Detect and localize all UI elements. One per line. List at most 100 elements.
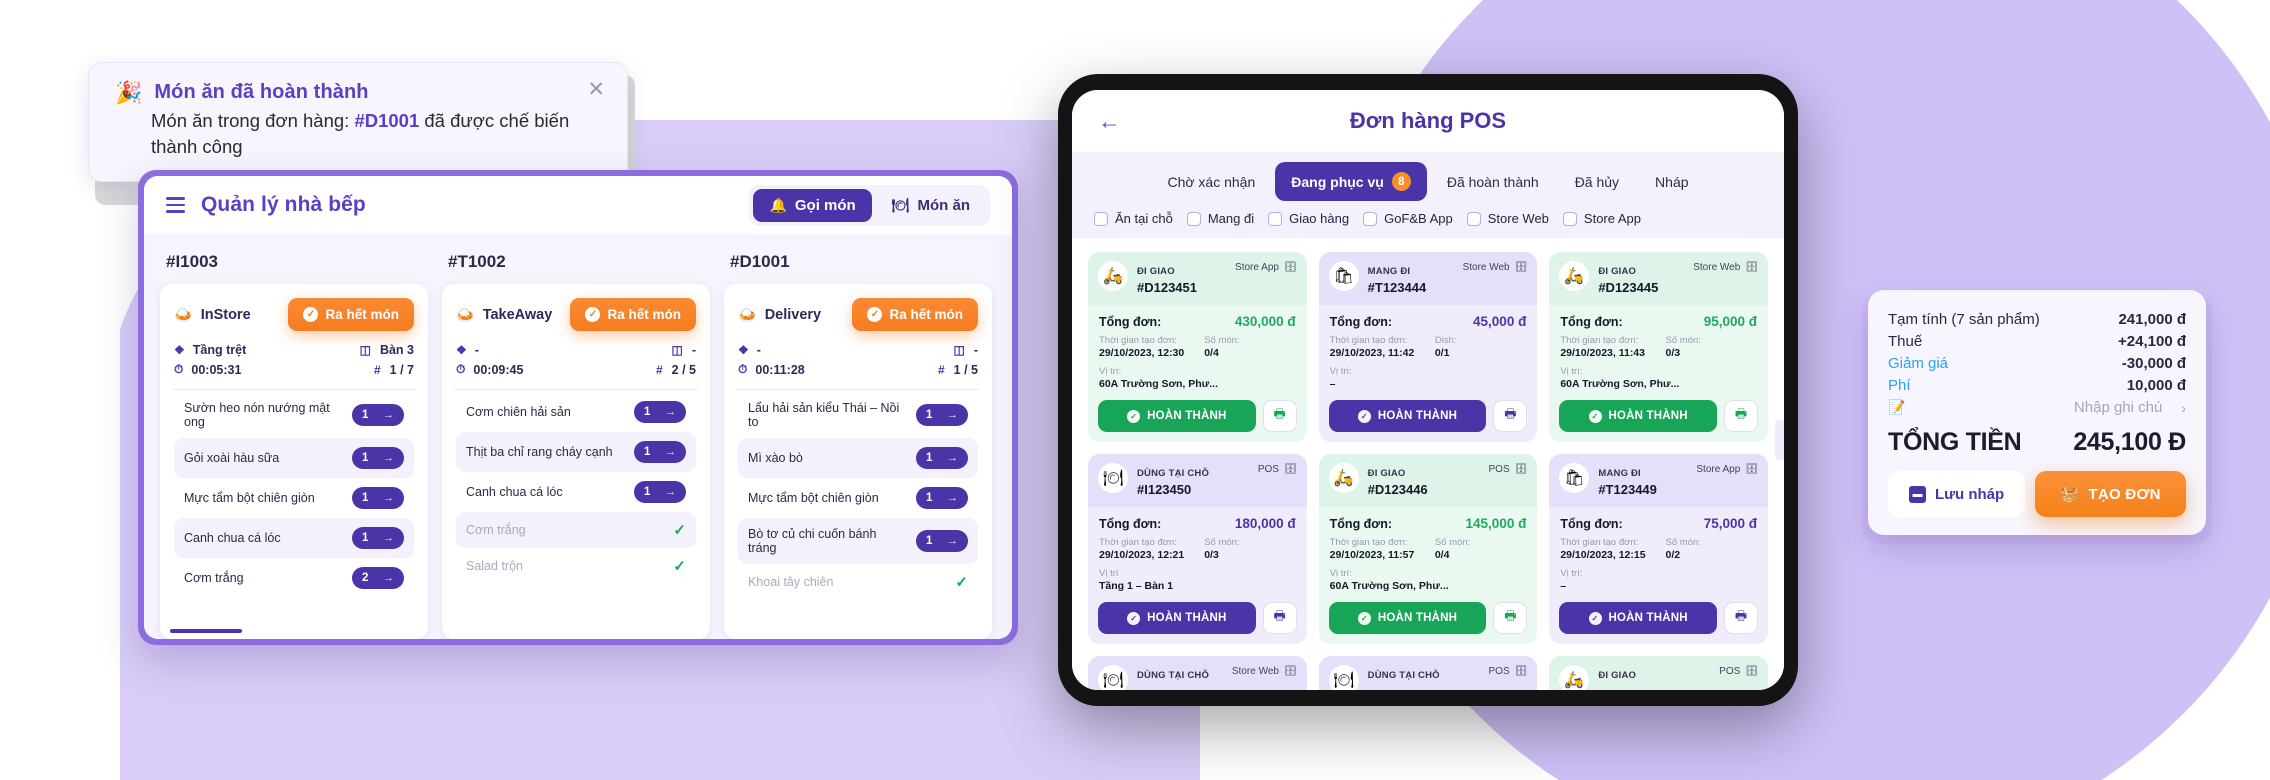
list-item[interactable]: Bò tơ củ chi cuốn bánh tráng 1 → — [738, 518, 978, 564]
dishes-button[interactable]: 🍽 Món ăn — [876, 189, 986, 222]
checkout-line[interactable]: Giảm giá -30,000 đ — [1888, 352, 2186, 374]
order-card[interactable]: 🛵 ĐI GIAO #D123445 Store Web 🗄 Tổng đơn: 95,00… — [1549, 252, 1768, 442]
created-at-value: 29/10/2023, 12:30 — [1099, 347, 1185, 359]
tab-1[interactable]: Đang phục vụ 8 — [1275, 162, 1427, 201]
quantity-value: 1 — [926, 409, 933, 421]
kitchen-item-list: Sườn heo nón nướng mật ong 1 → Gỏi xoài hàu… — [174, 390, 414, 598]
list-item[interactable]: Cơm chiên hải sản 1 → — [456, 392, 696, 432]
tab-4[interactable]: Nháp — [1639, 164, 1704, 200]
order-total-row: Tổng đơn: 145,000 đ — [1330, 516, 1527, 531]
close-icon[interactable]: ✕ — [587, 79, 605, 100]
filter-checkbox-1[interactable]: Mang đi — [1186, 211, 1254, 226]
list-item[interactable]: Cơm trắng ✓ — [456, 512, 696, 548]
serve-all-button[interactable]: ✓ Ra hết món — [570, 298, 696, 331]
quantity-badge[interactable]: 1 → — [634, 441, 686, 463]
quantity-badge[interactable]: 1 → — [916, 447, 968, 469]
list-item[interactable]: Thịt ba chỉ rang cháy cạnh 1 → — [456, 432, 696, 472]
tab-0[interactable]: Chờ xác nhận — [1151, 164, 1271, 200]
filter-checkbox-0[interactable]: Ăn tại chỗ — [1094, 211, 1173, 226]
dish-name: Khoai tây chiên — [748, 575, 834, 589]
quantity-badge[interactable]: 1 → — [916, 487, 968, 509]
order-note-field[interactable]: 📝 Nhập ghi chú › — [1888, 396, 2186, 416]
order-card-body: Tổng đơn: 180,000 đ Thời gian tạo đơn: Số m… — [1088, 507, 1307, 602]
created-at-label: Thời gian tạo đơn: — [1099, 335, 1177, 346]
checkout-line[interactable]: Phí 10,000 đ — [1888, 374, 2186, 396]
printer-icon[interactable]: 🖶 — [1724, 400, 1758, 432]
checkbox-box[interactable] — [1186, 211, 1201, 226]
order-card[interactable]: 🛵 ĐI GIAO #D123446 POS 🗄 Tổng đơn: 145,000 đ Th… — [1318, 454, 1538, 644]
checkbox-box[interactable] — [1363, 211, 1378, 226]
serve-all-button[interactable]: ✓ Ra hết món — [288, 298, 414, 331]
order-card[interactable]: 🛵 ĐI GIAO #D123451 Store App 🗄 Tổng đơn: 430,0… — [1088, 252, 1307, 442]
order-card-partial[interactable]: 🍽 DÙNG TẠI CHỖ POS 🗄 — [1318, 656, 1538, 690]
complete-order-button[interactable]: ✓ HOÀN THÀNH — [1559, 602, 1717, 634]
order-total-row: Tổng đơn: 75,000 đ — [1560, 516, 1757, 531]
kitchen-column: #D1001 🍛 Delivery ✓ Ra hết món ❖ - ◫ - ⏱ 00:11:28 #… — [724, 248, 992, 639]
printer-icon[interactable]: 🖶 — [1262, 400, 1297, 432]
filter-checkbox-2[interactable]: Giao hàng — [1268, 211, 1349, 226]
filter-checkbox-4[interactable]: Store Web — [1466, 211, 1549, 226]
printer-icon[interactable]: 🖶 — [1493, 602, 1528, 634]
save-draft-button[interactable]: ▬ Lưu nháp — [1888, 471, 2026, 517]
list-item[interactable]: Gỏi xoài hàu sữa 1 → — [174, 438, 414, 478]
serve-all-button[interactable]: ✓ Ra hết món — [852, 298, 978, 331]
quantity-badge[interactable]: 1 → — [634, 401, 686, 423]
checkbox-box[interactable] — [1562, 211, 1577, 226]
checkbox-box[interactable] — [1268, 211, 1283, 226]
order-card[interactable]: 🛍 MANG ĐI #T123449 Store App 🗄 Tổng đơn: 75,00… — [1549, 454, 1768, 644]
horizontal-scrollbar[interactable] — [170, 629, 242, 633]
complete-order-button[interactable]: ✓ HOÀN THÀNH — [1328, 400, 1487, 432]
list-item[interactable]: Cơm trắng 2 → — [174, 558, 414, 598]
tab-2[interactable]: Đã hoàn thành — [1431, 164, 1555, 200]
list-item[interactable]: Lẩu hải sản kiểu Thái – Nồi to 1 → — [738, 392, 978, 438]
checkbox-box[interactable] — [1466, 211, 1481, 226]
list-item[interactable]: Canh chua cá lóc 1 → — [456, 472, 696, 512]
create-order-button[interactable]: 🧺 TẠO ĐƠN — [2035, 471, 2186, 517]
complete-order-button[interactable]: ✓ HOÀN THÀNH — [1098, 602, 1256, 634]
quantity-badge[interactable]: 1 → — [352, 487, 404, 509]
list-item[interactable]: Khoai tây chiên ✓ — [738, 564, 978, 600]
filter-checkbox-3[interactable]: GoF&B App — [1363, 211, 1453, 226]
order-card-partial[interactable]: 🍽 DÙNG TẠI CHỖ Store Web 🗄 — [1088, 656, 1307, 690]
order-card-partial[interactable]: 🛵 ĐI GIAO POS 🗄 — [1549, 656, 1768, 690]
hamburger-menu-icon[interactable] — [166, 197, 185, 213]
tab-3[interactable]: Đã hủy — [1559, 164, 1635, 200]
quantity-badge[interactable]: 1 → — [352, 447, 404, 469]
quantity-badge[interactable]: 1 → — [916, 530, 968, 552]
order-card[interactable]: 🛍 MANG ĐI #T123444 Store Web 🗄 Tổng đơn: 45,00… — [1318, 252, 1538, 442]
total-value: 245,100 Đ — [2073, 428, 2186, 456]
printer-icon[interactable]: 🖶 — [1493, 400, 1528, 432]
order-type-avatar-icon: 🍽 — [1098, 463, 1128, 493]
complete-order-button[interactable]: ✓ HOÀN THÀNH — [1098, 400, 1256, 432]
quantity-badge[interactable]: 2 → — [352, 567, 404, 589]
complete-order-button[interactable]: ✓ HOÀN THÀNH — [1328, 602, 1487, 634]
filter-checkbox-5[interactable]: Store App — [1562, 211, 1641, 226]
order-source: Store Web 🗄 — [1693, 261, 1758, 273]
created-at-value: 29/10/2023, 12:15 — [1560, 549, 1646, 561]
dish-count-label: Số món: — [1434, 537, 1471, 548]
dish-name: Bò tơ củ chi cuốn bánh tráng — [748, 527, 877, 555]
list-item[interactable]: Sườn heo nón nướng mật ong 1 → — [174, 392, 414, 438]
checkbox-box[interactable] — [1094, 211, 1108, 226]
floor-row: ❖ - — [456, 343, 656, 357]
kitchen-actions: 🔔 Gọi món 🍽 Món ăn — [749, 184, 990, 226]
quantity-value: 1 — [926, 535, 933, 547]
dish-count-value: 0/4 — [1204, 347, 1219, 359]
dish-name: Mực tẩm bột chiên giòn — [748, 491, 879, 505]
quantity-badge[interactable]: 1 → — [634, 481, 686, 503]
list-item[interactable]: Mực tẩm bột chiên giòn 1 → — [738, 478, 978, 518]
quantity-badge[interactable]: 1 → — [352, 404, 404, 426]
progress-row: #2 / 5 — [656, 362, 696, 377]
list-item[interactable]: Mì xào bò 1 → — [738, 438, 978, 478]
complete-order-button[interactable]: ✓ HOÀN THÀNH — [1559, 400, 1717, 432]
quantity-badge[interactable]: 1 → — [916, 404, 968, 426]
list-item[interactable]: Salad trộn ✓ — [456, 548, 696, 584]
quantity-badge[interactable]: 1 → — [352, 527, 404, 549]
call-order-button[interactable]: 🔔 Gọi món — [753, 188, 872, 222]
list-item[interactable]: Canh chua cá lóc 1 → — [174, 518, 414, 558]
arrow-right-icon: → — [383, 572, 394, 584]
list-item[interactable]: Mực tẩm bột chiên giòn 1 → — [174, 478, 414, 518]
order-card[interactable]: 🍽 DÙNG TẠI CHỖ #I123450 POS 🗄 Tổng đơn: 180,00… — [1088, 454, 1307, 644]
printer-icon[interactable]: 🖶 — [1724, 602, 1758, 634]
printer-icon[interactable]: 🖶 — [1262, 602, 1297, 634]
